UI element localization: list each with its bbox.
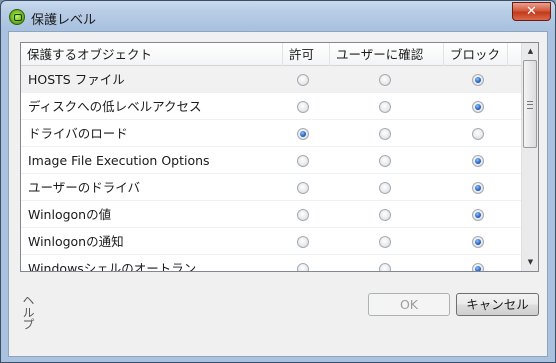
window-title: 保護レベル (31, 13, 97, 28)
block-radio[interactable] (472, 209, 484, 221)
cancel-button[interactable]: キャンセル (456, 293, 539, 316)
allow-radio[interactable] (297, 236, 309, 248)
block-radio[interactable] (472, 263, 484, 271)
column-header-object[interactable]: 保護するオブジェクト (21, 43, 283, 66)
allow-radio[interactable] (297, 74, 309, 86)
scroll-up-icon[interactable]: ▲ (522, 43, 538, 60)
table-row[interactable]: Winlogonの値 (21, 201, 521, 228)
vertical-scrollbar[interactable]: ▲ ▼ (521, 43, 538, 271)
protection-list[interactable]: 保護するオブジェクト 許可 ユーザーに確認 ブロック HOSTS ファイルディス… (20, 42, 539, 272)
allow-radio[interactable] (297, 155, 309, 167)
object-name: Image File Execution Options (28, 153, 210, 168)
dialog-window: 保護レベル ✕ 保護するオブジェクト 許可 ユーザーに確認 ブロック HOSTS… (0, 0, 556, 363)
object-name: Windowsシェルのオートラン (28, 261, 197, 272)
block-radio[interactable] (472, 236, 484, 248)
table-row[interactable]: Winlogonの通知 (21, 228, 521, 255)
column-header-allow[interactable]: 許可 (283, 43, 330, 66)
object-name: Winlogonの通知 (28, 234, 124, 249)
ask-radio[interactable] (379, 155, 391, 167)
allow-radio[interactable] (297, 101, 309, 113)
column-header-block[interactable]: ブロック (444, 43, 508, 66)
dialog-client: 保護するオブジェクト 許可 ユーザーに確認 ブロック HOSTS ファイルディス… (8, 31, 548, 357)
allow-radio[interactable] (297, 128, 309, 140)
object-name: ドライバのロード (28, 126, 128, 141)
ask-radio[interactable] (379, 236, 391, 248)
table-row[interactable]: Image File Execution Options (21, 147, 521, 174)
ask-radio[interactable] (379, 263, 391, 271)
ask-radio[interactable] (379, 101, 391, 113)
object-name: ディスクへの低レベルアクセス (28, 99, 202, 114)
allow-radio[interactable] (297, 209, 309, 221)
block-radio[interactable] (472, 101, 484, 113)
grip-icon (527, 101, 533, 109)
block-radio[interactable] (472, 128, 484, 140)
column-header-ask[interactable]: ユーザーに確認 (330, 43, 444, 66)
ask-radio[interactable] (379, 128, 391, 140)
table-row[interactable]: ディスクへの低レベルアクセス (21, 93, 521, 120)
table-row[interactable]: ドライバのロード (21, 120, 521, 147)
close-icon: ✕ (526, 4, 537, 19)
title-bar[interactable]: 保護レベル ✕ (1, 1, 555, 31)
object-name: ユーザーのドライバ (28, 180, 141, 195)
table-row[interactable]: ユーザーのドライバ (21, 174, 521, 201)
block-radio[interactable] (472, 74, 484, 86)
table-row[interactable]: Windowsシェルのオートラン (21, 255, 521, 272)
allow-radio[interactable] (297, 263, 309, 271)
block-radio[interactable] (472, 182, 484, 194)
block-radio[interactable] (472, 155, 484, 167)
scroll-thumb[interactable] (523, 60, 537, 148)
close-button[interactable]: ✕ (512, 2, 551, 21)
help-link[interactable]: ヘルプ (19, 294, 35, 330)
table-row[interactable]: HOSTS ファイル (21, 66, 521, 93)
ask-radio[interactable] (379, 209, 391, 221)
ask-radio[interactable] (379, 182, 391, 194)
allow-radio[interactable] (297, 182, 309, 194)
ok-button[interactable]: OK (368, 293, 450, 316)
object-name: HOSTS ファイル (28, 72, 125, 87)
app-icon (9, 9, 25, 25)
object-name: Winlogonの値 (28, 207, 112, 222)
list-header: 保護するオブジェクト 許可 ユーザーに確認 ブロック (21, 43, 521, 66)
ask-radio[interactable] (379, 74, 391, 86)
scroll-down-icon[interactable]: ▼ (522, 254, 538, 271)
